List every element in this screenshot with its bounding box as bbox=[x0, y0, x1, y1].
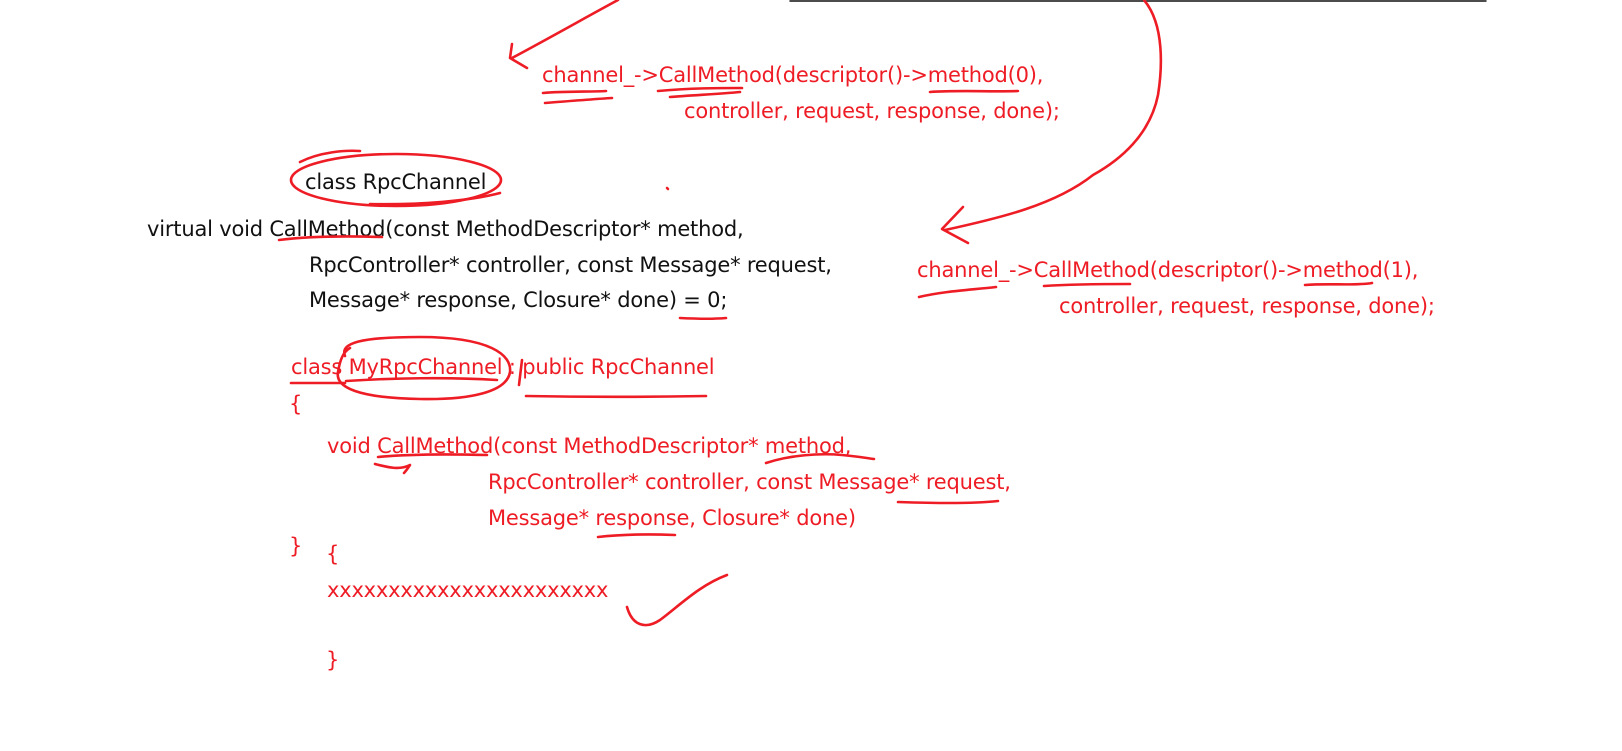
method-body-text: xxxxxxxxxxxxxxxxxxxxxxx bbox=[327, 578, 609, 602]
derived-method-line-1: void CallMethod(const MethodDescriptor* … bbox=[327, 434, 852, 458]
derived-open-brace: { bbox=[289, 392, 303, 416]
underline-request-param bbox=[896, 499, 1000, 505]
squiggle-callmethod bbox=[373, 462, 412, 475]
whiteboard-canvas: channel_->CallMethod(descriptor()->metho… bbox=[0, 0, 1622, 751]
derived-method-line-2: RpcController* controller, const Message… bbox=[488, 470, 1011, 494]
underline-public-rpcchannel bbox=[524, 394, 708, 399]
underline-method-top bbox=[928, 89, 1020, 94]
top-call-line-1: channel_->CallMethod(descriptor()->metho… bbox=[542, 63, 1044, 87]
arrowhead-top-call-icon bbox=[508, 42, 529, 70]
base-signature-line-2: RpcController* controller, const Message… bbox=[309, 253, 832, 277]
arrow-to-top-call bbox=[510, 0, 620, 60]
base-signature-line-1: virtual void CallMethod(const MethodDesc… bbox=[147, 217, 744, 241]
underline-channel-right bbox=[917, 285, 998, 299]
method-body-open-brace: { bbox=[326, 542, 340, 566]
circle-overlap-stroke bbox=[298, 149, 362, 164]
method-body-close-brace: } bbox=[326, 648, 340, 672]
right-call-line-2: controller, request, response, done); bbox=[1059, 294, 1435, 318]
top-call-line-2: controller, request, response, done); bbox=[684, 99, 1060, 123]
underline-channel-top bbox=[541, 89, 608, 95]
underline-callmethod-top-2 bbox=[668, 90, 742, 99]
underline-response-param bbox=[596, 533, 677, 539]
underline-channel-top-2 bbox=[543, 96, 614, 105]
underline-pure-virtual bbox=[678, 316, 728, 321]
right-call-line-1: channel_->CallMethod(descriptor()->metho… bbox=[917, 258, 1419, 282]
underline-callmethod-right bbox=[1042, 282, 1132, 288]
ink-dot bbox=[665, 186, 670, 191]
underline-callmethod-top bbox=[656, 86, 744, 93]
derived-class-close-brace: } bbox=[289, 534, 303, 558]
checkmark-icon bbox=[625, 573, 729, 627]
base-signature-line-3: Message* response, Closure* done) = 0; bbox=[309, 288, 728, 312]
base-class-name: class RpcChannel bbox=[305, 170, 487, 194]
underline-method-right bbox=[1303, 281, 1374, 287]
derived-method-line-3: Message* response, Closure* done) bbox=[488, 506, 856, 530]
derived-class-declaration: class MyRpcChannel : public RpcChannel bbox=[291, 355, 715, 379]
arrowhead-right-call-icon bbox=[940, 205, 970, 245]
